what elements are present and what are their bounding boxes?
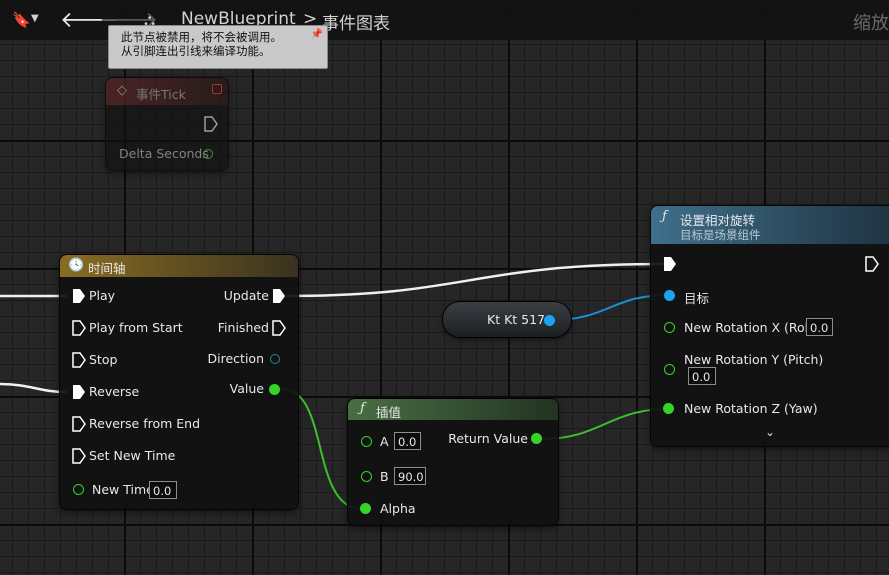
pin-icon[interactable]: 📌: [311, 28, 323, 42]
timeline-node[interactable]: 🕓 时间轴 Play Play from Start Stop Reverse …: [60, 255, 298, 509]
return-value-label: Return Value: [448, 431, 528, 446]
exec-in-pin[interactable]: [663, 256, 677, 272]
a-label: A: [380, 434, 389, 449]
target-label: 目标: [684, 291, 710, 306]
rotation-y-label: New Rotation Y (Pitch): [684, 352, 824, 367]
set-rotation-subtitle: 目标是场景组件: [680, 228, 761, 242]
play-input-label: Play: [89, 288, 116, 303]
rotation-x-label: New Rotation X (Roll): [684, 320, 817, 335]
float-wire-return-z: [541, 408, 669, 440]
new-time-field[interactable]: 0.0: [149, 481, 177, 499]
new-time-pin[interactable]: [73, 484, 84, 495]
reverse-from-end-exec-pin[interactable]: [72, 416, 86, 432]
alpha-label: Alpha: [380, 501, 416, 516]
breadcrumb-graph[interactable]: 事件图表: [322, 9, 390, 34]
play-from-start-label: Play from Start: [89, 320, 183, 335]
set-new-time-label: Set New Time: [89, 448, 176, 463]
exec-out-pin[interactable]: [865, 256, 879, 272]
variable-node[interactable]: Kt Kt 517: [443, 302, 571, 337]
stop-exec-pin[interactable]: [72, 352, 86, 368]
event-diamond-icon: ◇: [117, 83, 127, 98]
direction-label: Direction: [207, 351, 264, 366]
b-field[interactable]: 90.0: [394, 467, 426, 485]
lerp-title: 插值: [376, 405, 402, 420]
return-value-pin[interactable]: [531, 433, 542, 444]
disabled-node-tooltip: 此节点被禁用，将不会被调用。 从引脚连出引线来编译功能。 📌: [108, 25, 328, 69]
bookmark-icon[interactable]: 🔖: [12, 11, 31, 29]
play-exec-pin[interactable]: [72, 288, 86, 304]
b-pin[interactable]: [361, 471, 372, 482]
set-new-time-exec-pin[interactable]: [72, 448, 86, 464]
rotation-x-pin[interactable]: [664, 322, 675, 333]
rotation-y-field[interactable]: 0.0: [688, 367, 716, 385]
lerp-node[interactable]: ƒ 插值 A 0.0 B 90.0 Alpha Return Value: [348, 399, 558, 525]
tooltip-line-1: 此节点被禁用，将不会被调用。: [121, 30, 282, 44]
delta-seconds-label: Delta Seconds: [119, 146, 209, 161]
rotation-x-field[interactable]: 0.0: [806, 318, 833, 336]
delegate-pin-icon[interactable]: [212, 84, 222, 94]
variable-object-pin[interactable]: [544, 315, 555, 326]
a-pin[interactable]: [361, 436, 372, 447]
update-exec-pin[interactable]: [272, 288, 286, 304]
tooltip-line-2: 从引脚连出引线来编译功能。: [121, 44, 271, 58]
clock-icon: 🕓: [68, 258, 85, 273]
zoom-label: 缩放: [853, 13, 889, 34]
direction-pin[interactable]: [270, 354, 280, 364]
delta-seconds-pin[interactable]: [203, 149, 213, 159]
reverse-exec-pin[interactable]: [72, 384, 86, 400]
timeline-title: 时间轴: [88, 261, 126, 276]
exec-wire-reverse: [0, 382, 67, 394]
update-label: Update: [223, 288, 269, 303]
target-pin[interactable]: [664, 290, 675, 301]
finished-exec-pin[interactable]: [272, 320, 286, 336]
stop-label: Stop: [89, 352, 118, 367]
event-tick-title: 事件Tick: [136, 87, 186, 102]
finished-label: Finished: [217, 320, 269, 335]
alpha-pin[interactable]: [360, 503, 371, 514]
value-label: Value: [229, 381, 264, 396]
exec-wire-update: [285, 262, 665, 298]
function-icon: ƒ: [360, 401, 365, 416]
new-time-label: New Time: [92, 482, 154, 497]
b-label: B: [380, 469, 389, 484]
variable-label: Kt Kt 517: [487, 312, 546, 327]
reverse-label: Reverse: [89, 384, 140, 399]
chevron-down-icon[interactable]: ▼: [31, 13, 39, 24]
rotation-y-pin[interactable]: [664, 364, 675, 375]
event-tick-node[interactable]: ◇ 事件Tick Delta Seconds: [106, 78, 228, 170]
chevron-down-icon[interactable]: ⌄: [765, 425, 775, 439]
play-from-start-exec-pin[interactable]: [72, 320, 86, 336]
exec-out-pin[interactable]: [204, 116, 218, 132]
a-field[interactable]: 0.0: [394, 432, 421, 450]
function-icon: ƒ: [662, 209, 667, 224]
value-pin[interactable]: [269, 384, 280, 395]
rotation-z-label: New Rotation Z (Yaw): [684, 401, 818, 416]
reverse-from-end-label: Reverse from End: [89, 416, 201, 431]
set-rotation-node[interactable]: ƒ 设置相对旋转 目标是场景组件 目标 New Rotation X (Roll…: [651, 206, 889, 446]
rotation-z-pin[interactable]: [663, 403, 674, 414]
